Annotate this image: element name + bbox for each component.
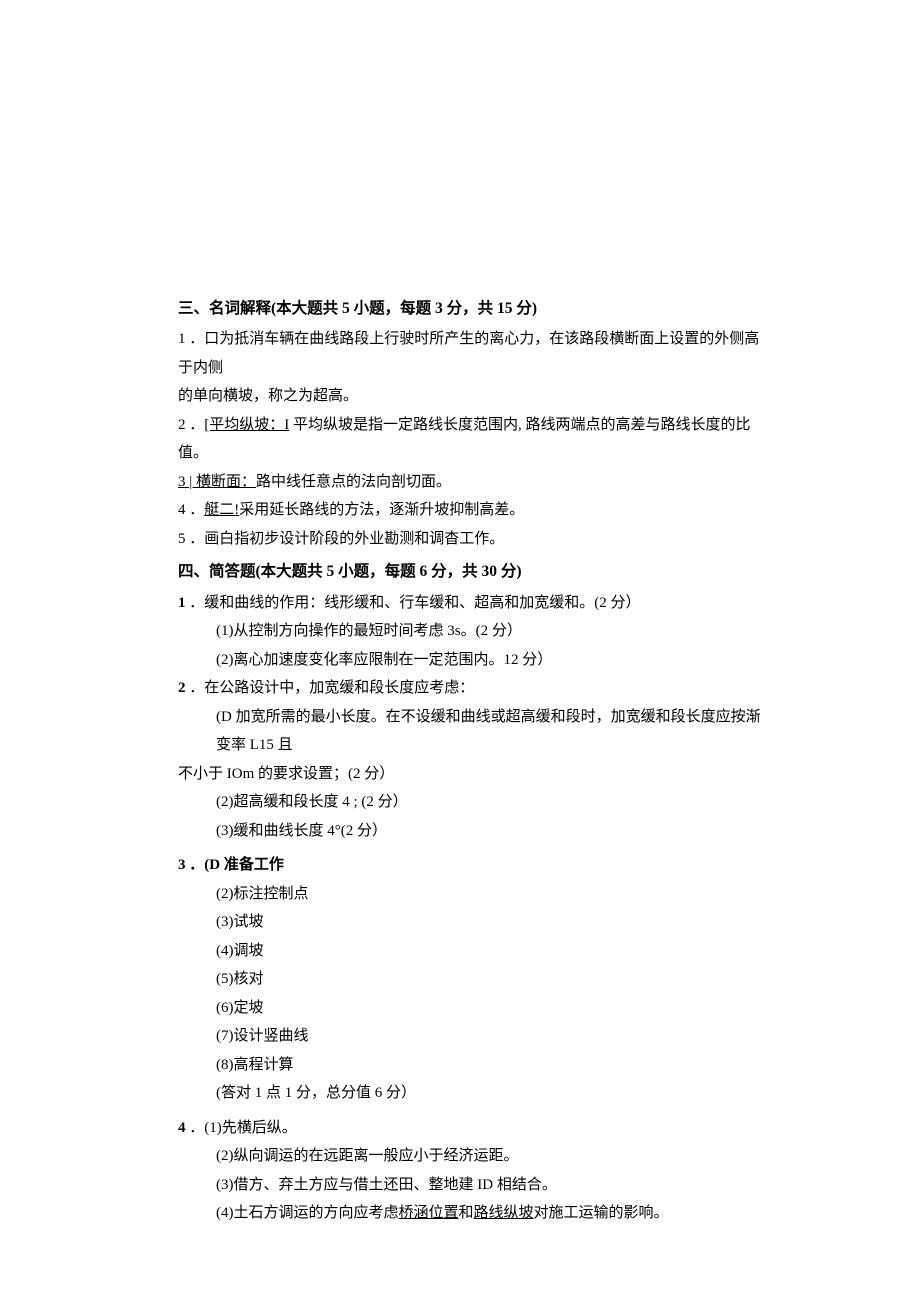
s3-item-3: 3 | 横断面：路中线任意点的法向剖切面。 <box>178 468 765 497</box>
s3-item-1: 1 ．口为抵消车辆在曲线路段上行驶时所产生的离心力，在该路段横断面上设置的外侧高… <box>178 325 765 382</box>
item-num: 3 <box>178 857 186 873</box>
s4-q3-lead: 3 ．(D 准备工作 <box>178 851 765 880</box>
s4-q1-sub-1: (1)从控制方向操作的最短时间考虑 3s。(2 分） <box>178 617 765 646</box>
s4-q2-lead: 2 ．在公路设计中，加宽缓和段长度应考虑： <box>178 674 765 703</box>
item-underline: 艇二! <box>204 502 239 518</box>
item-lead: ．缓和曲线的作用：线形缓和、行车缓和、超高和加宽缓和。(2 分） <box>189 595 640 611</box>
s4-q2-sub-2: (2)超高缓和段长度 4 ; (2 分） <box>178 788 765 817</box>
s3-item-2: 2 ．[平均纵坡：I 平均纵坡是指一定路线长度范围内, 路线两端点的高差与路线长… <box>178 411 765 468</box>
section-4-body: 1 ．缓和曲线的作用：线形缓和、行车缓和、超高和加宽缓和。(2 分） (1)从控… <box>178 589 765 1228</box>
text-a: (4)土石方调运的方向应考虑 <box>216 1205 399 1221</box>
s4-q2-line1: (D 加宽所需的最小长度。在不设缓和曲线或超高缓和段时，加宽缓和段长度应按渐变率… <box>178 703 765 760</box>
s4-q4-sub-4: (4)土石方调运的方向应考虑桥涵位置和路线纵坡对施工运输的影响。 <box>178 1199 765 1228</box>
text-b: 对施工运输的影响。 <box>534 1205 669 1221</box>
item-text-a: ．画白指初步设计阶段的外业勘测和调杳工作。 <box>189 531 504 547</box>
item-lead: ．(D 准备工作 <box>189 857 284 873</box>
item-num: 1 <box>178 331 186 347</box>
s3-item-4: 4 ．艇二!采用延长路线的方法，逐渐升坡抑制高差。 <box>178 496 765 525</box>
item-num: 4 <box>178 502 186 518</box>
s4-q3-sub-3: (3)试坡 <box>178 908 765 937</box>
s4-q1-sub-2: (2)离心加速度变化率应限制在一定范围内。12 分） <box>178 646 765 675</box>
item-text-a: ． <box>189 331 204 347</box>
item-underline: [平均纵坡：I <box>204 417 289 433</box>
s4-q1-lead: 1 ．缓和曲线的作用：线形缓和、行车缓和、超高和加宽缓和。(2 分） <box>178 589 765 618</box>
item-text-b: 路中线任意点的法向剖切面。 <box>256 474 451 490</box>
item-num: 4 <box>178 1120 186 1136</box>
item-text-a: ． <box>189 417 204 433</box>
s4-q2-line2: 不小于 IOm 的要求设置；(2 分） <box>178 760 765 789</box>
item-num: 5 <box>178 531 186 547</box>
s4-q4-lead: 4 ．(1)先横后纵。 <box>178 1114 765 1143</box>
underline-2: 路线纵坡 <box>474 1205 534 1221</box>
s4-q3-sub-5: (5)核对 <box>178 965 765 994</box>
section-3-body: 1 ．口为抵消车辆在曲线路段上行驶时所产生的离心力，在该路段横断面上设置的外侧高… <box>178 325 765 553</box>
item-lead: ．(1)先横后纵。 <box>189 1120 297 1136</box>
item-underline: 3 | 横断面： <box>178 474 256 490</box>
s4-q3-sub-8: (8)高程计算 <box>178 1051 765 1080</box>
section-3-heading: 三、名词解释(本大题共 5 小题，每题 3 分，共 15 分) <box>178 294 765 323</box>
s4-q3-sub-4: (4)调坡 <box>178 937 765 966</box>
s3-item-1-cont: 的单向横坡，称之为超高。 <box>178 382 765 411</box>
item-num: 1 <box>178 595 186 611</box>
s4-q3-sub-2: (2)标注控制点 <box>178 880 765 909</box>
section-4-heading: 四、简答题(本大题共 5 小题，每题 6 分，共 30 分) <box>178 557 765 586</box>
underline-1: 桥涵位置 <box>399 1205 459 1221</box>
s4-q3-sub-6: (6)定坡 <box>178 994 765 1023</box>
s4-q4-sub-2: (2)纵向调运的在远距离一般应小于经济运距。 <box>178 1142 765 1171</box>
item-lead: ．在公路设计中，加宽缓和段长度应考虑： <box>189 680 474 696</box>
item-num: 2 <box>178 417 186 433</box>
text-mid: 和 <box>459 1205 474 1221</box>
item-text-a: ． <box>189 502 204 518</box>
s4-q4-sub-3: (3)借方、弃土方应与借土还田、整地建 ID 相结合。 <box>178 1171 765 1200</box>
s4-q2-sub-3: (3)缓和曲线长度 4°(2 分） <box>178 817 765 846</box>
s3-item-5: 5 ．画白指初步设计阶段的外业勘测和调杳工作。 <box>178 525 765 554</box>
s4-q3-sub-7: (7)设计竖曲线 <box>178 1022 765 1051</box>
item-text-b: 口为抵消车辆在曲线路段上行驶时所产生的离心力，在该路段横断面上设置的外侧高于内侧 <box>178 331 759 376</box>
item-num: 2 <box>178 680 186 696</box>
item-text-b: 采用延长路线的方法，逐渐升坡抑制高差。 <box>239 502 524 518</box>
s4-q3-note: (答对 1 点 1 分，总分值 6 分） <box>178 1079 765 1108</box>
